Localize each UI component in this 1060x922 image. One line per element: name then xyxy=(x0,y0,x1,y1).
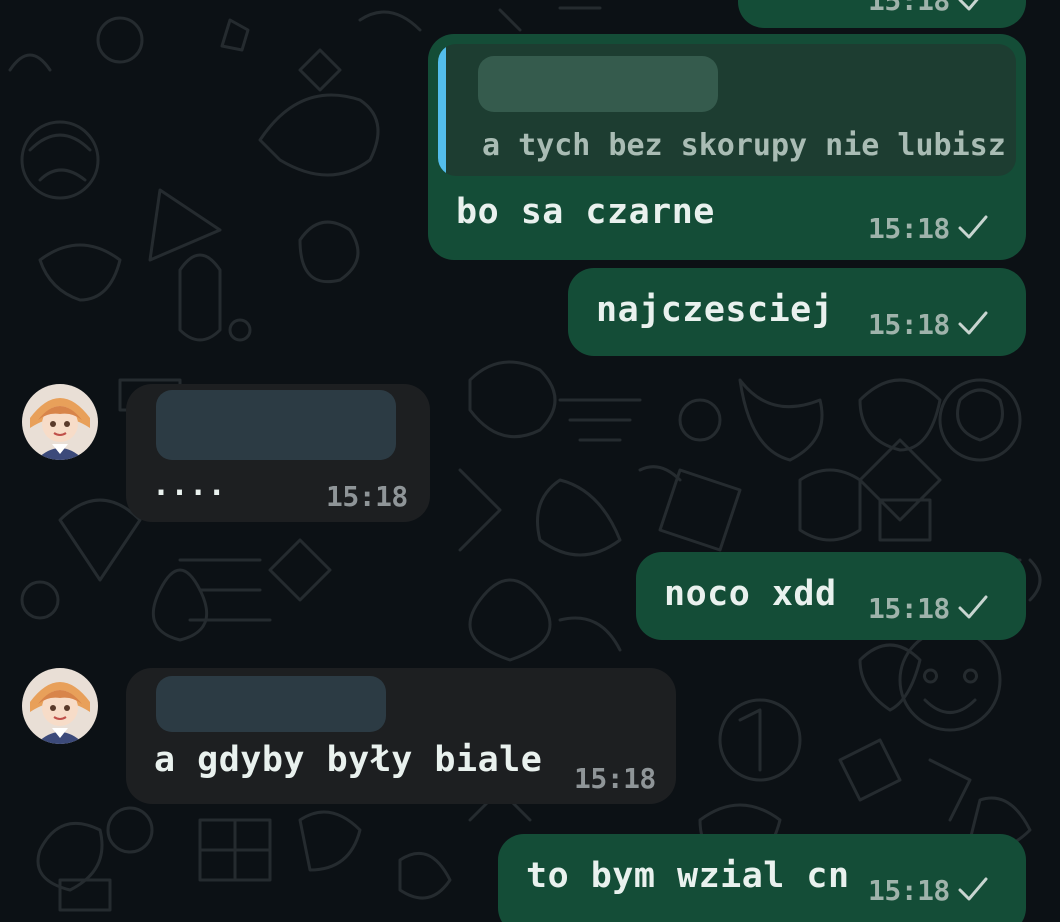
message-text: to bym wzial cn xyxy=(526,856,850,896)
check-icon xyxy=(958,877,988,901)
avatar[interactable] xyxy=(22,384,98,460)
quote-text: a tych bez skorupy nie lubisz xyxy=(482,128,1006,163)
redacted-quote-author xyxy=(478,56,718,112)
check-icon xyxy=(958,0,979,11)
check-icon xyxy=(958,595,988,619)
quoted-message[interactable]: a tych bez skorupy nie lubisz xyxy=(438,44,1016,176)
avatar-icon xyxy=(22,384,98,460)
avatar[interactable] xyxy=(22,668,98,744)
message-bubble-outgoing[interactable]: najczesciej 15:18 xyxy=(568,268,1026,356)
check-icon xyxy=(958,215,988,239)
message-time: 15:18 xyxy=(868,874,950,907)
message-text: bo sa czarne xyxy=(456,192,715,232)
message-time: 15:18 xyxy=(868,308,950,341)
message-bubble-incoming[interactable]: .... 15:18 xyxy=(126,384,430,522)
message-time: 15:18 xyxy=(868,212,950,245)
message-bubble-outgoing[interactable]: 15:18 xyxy=(738,0,1026,28)
message-text: noco xdd xyxy=(664,574,837,614)
message-time: 15:18 xyxy=(574,762,656,795)
quote-bar xyxy=(438,44,446,176)
message-bubble-outgoing[interactable]: to bym wzial cn 15:18 xyxy=(498,834,1026,922)
message-text: a gdyby były biale xyxy=(154,740,543,780)
chat-area[interactable]: 15:18 a tych bez skorupy nie lubisz bo s… xyxy=(0,0,1060,922)
redacted-sender xyxy=(156,676,386,732)
message-time: 15:18 xyxy=(868,0,950,17)
check-icon xyxy=(958,311,988,335)
message-bubble-outgoing[interactable]: a tych bez skorupy nie lubisz bo sa czar… xyxy=(428,34,1026,260)
redacted-sender xyxy=(156,390,396,460)
message-text: .... xyxy=(152,468,227,503)
message-bubble-outgoing[interactable]: noco xdd 15:18 xyxy=(636,552,1026,640)
avatar-icon xyxy=(22,668,98,744)
message-text: najczesciej xyxy=(596,290,834,330)
message-time: 15:18 xyxy=(868,592,950,625)
message-time: 15:18 xyxy=(326,480,408,513)
message-bubble-incoming[interactable]: a gdyby były biale 15:18 xyxy=(126,668,676,804)
